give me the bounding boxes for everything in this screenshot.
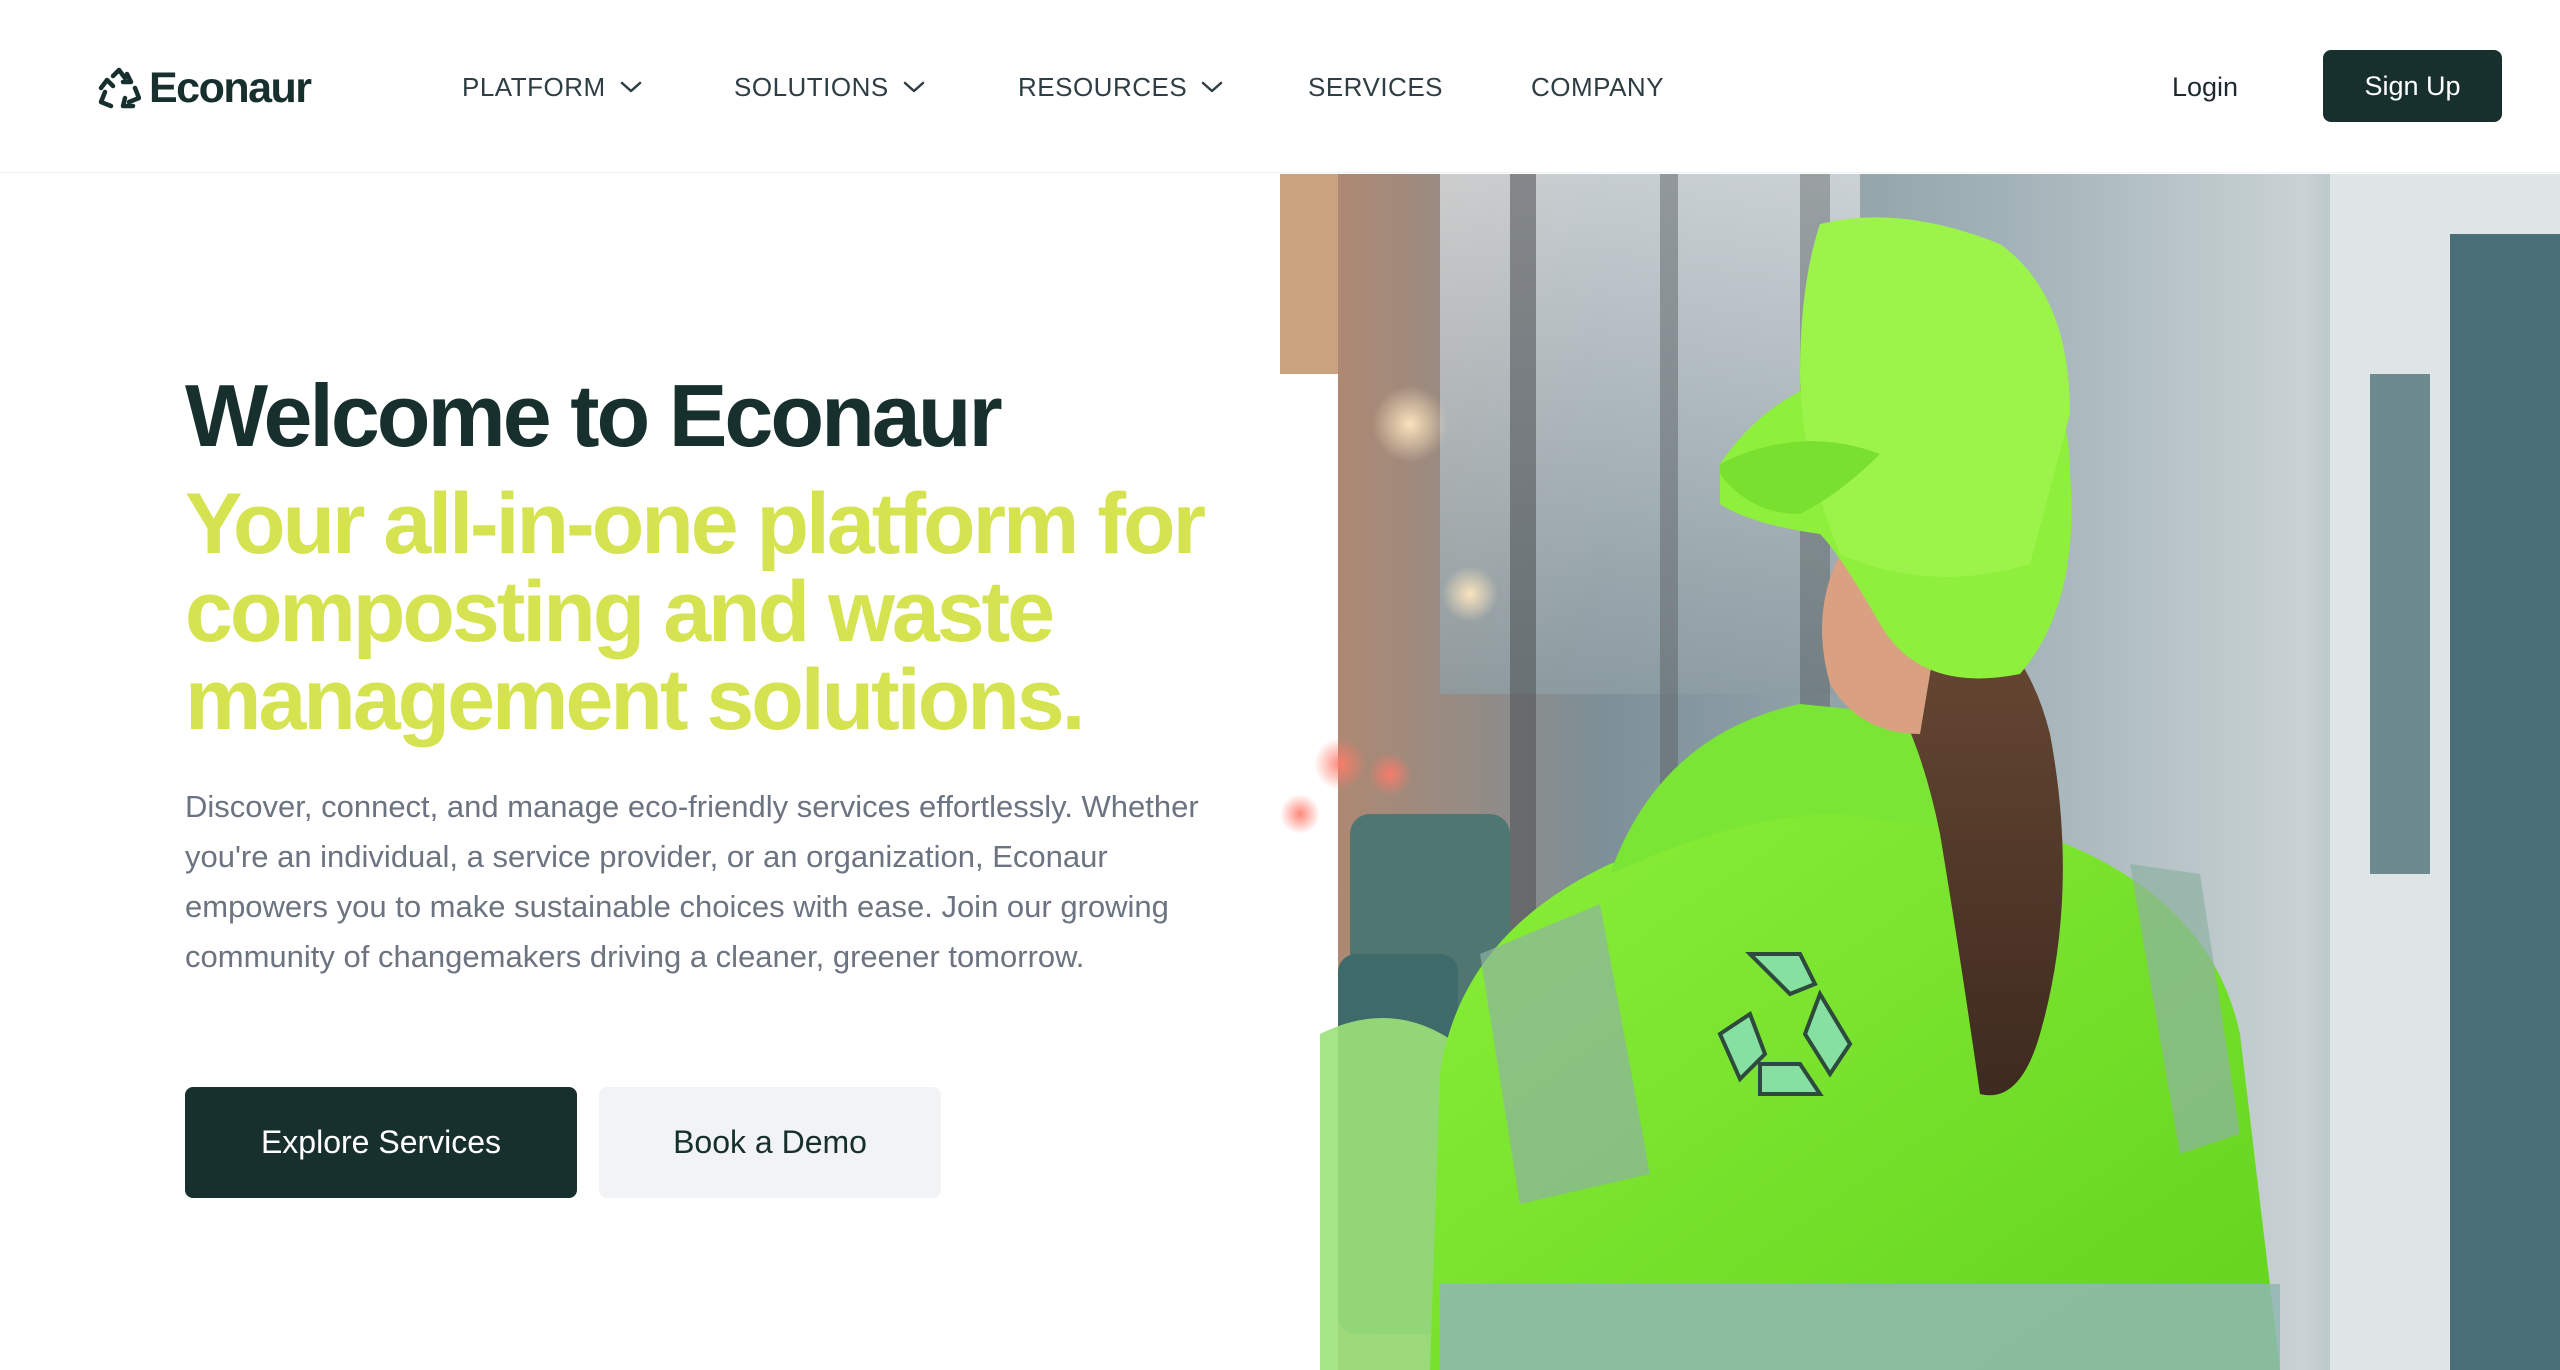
brand-name: Econaur — [149, 63, 312, 112]
hero-description: Discover, connect, and manage eco-friend… — [185, 789, 1199, 974]
chevron-down-icon — [1201, 81, 1223, 93]
chevron-down-icon — [620, 81, 641, 93]
hero-title: Welcome to Econaur — [185, 366, 1003, 465]
nav-item-company[interactable]: COMPANY — [1531, 68, 1664, 106]
nav-item-label: SERVICES — [1308, 71, 1444, 102]
recycle-icon — [98, 67, 141, 109]
nav-item-label: COMPANY — [1531, 71, 1665, 102]
hero-image — [1280, 174, 2560, 1370]
worker-photo-icon — [1280, 174, 2560, 1370]
sign-up-button[interactable]: Sign Up — [2323, 50, 2502, 122]
nav-item-label: PLATFORM — [462, 71, 606, 102]
book-demo-button[interactable]: Book a Demo — [599, 1087, 941, 1198]
nav-item-services[interactable]: SERVICES — [1308, 68, 1443, 106]
login-link[interactable]: Login — [2172, 68, 2238, 106]
nav-item-solutions[interactable]: SOLUTIONS — [734, 68, 925, 106]
nav-item-platform[interactable]: PLATFORM — [462, 68, 642, 106]
explore-services-button[interactable]: Explore Services — [185, 1087, 577, 1198]
top-navbar: Econaur PLATFORM SOLUTIONS RESOURCES SER… — [0, 0, 2560, 173]
nav-item-label: RESOURCES — [1018, 71, 1188, 102]
brand-logo-link[interactable]: Econaur — [97, 62, 312, 114]
chevron-down-icon — [903, 81, 924, 93]
nav-item-label: SOLUTIONS — [734, 71, 889, 102]
nav-item-resources[interactable]: RESOURCES — [1018, 68, 1223, 106]
hero-subtitle: Your all-in-one platform for composting … — [185, 476, 1206, 748]
